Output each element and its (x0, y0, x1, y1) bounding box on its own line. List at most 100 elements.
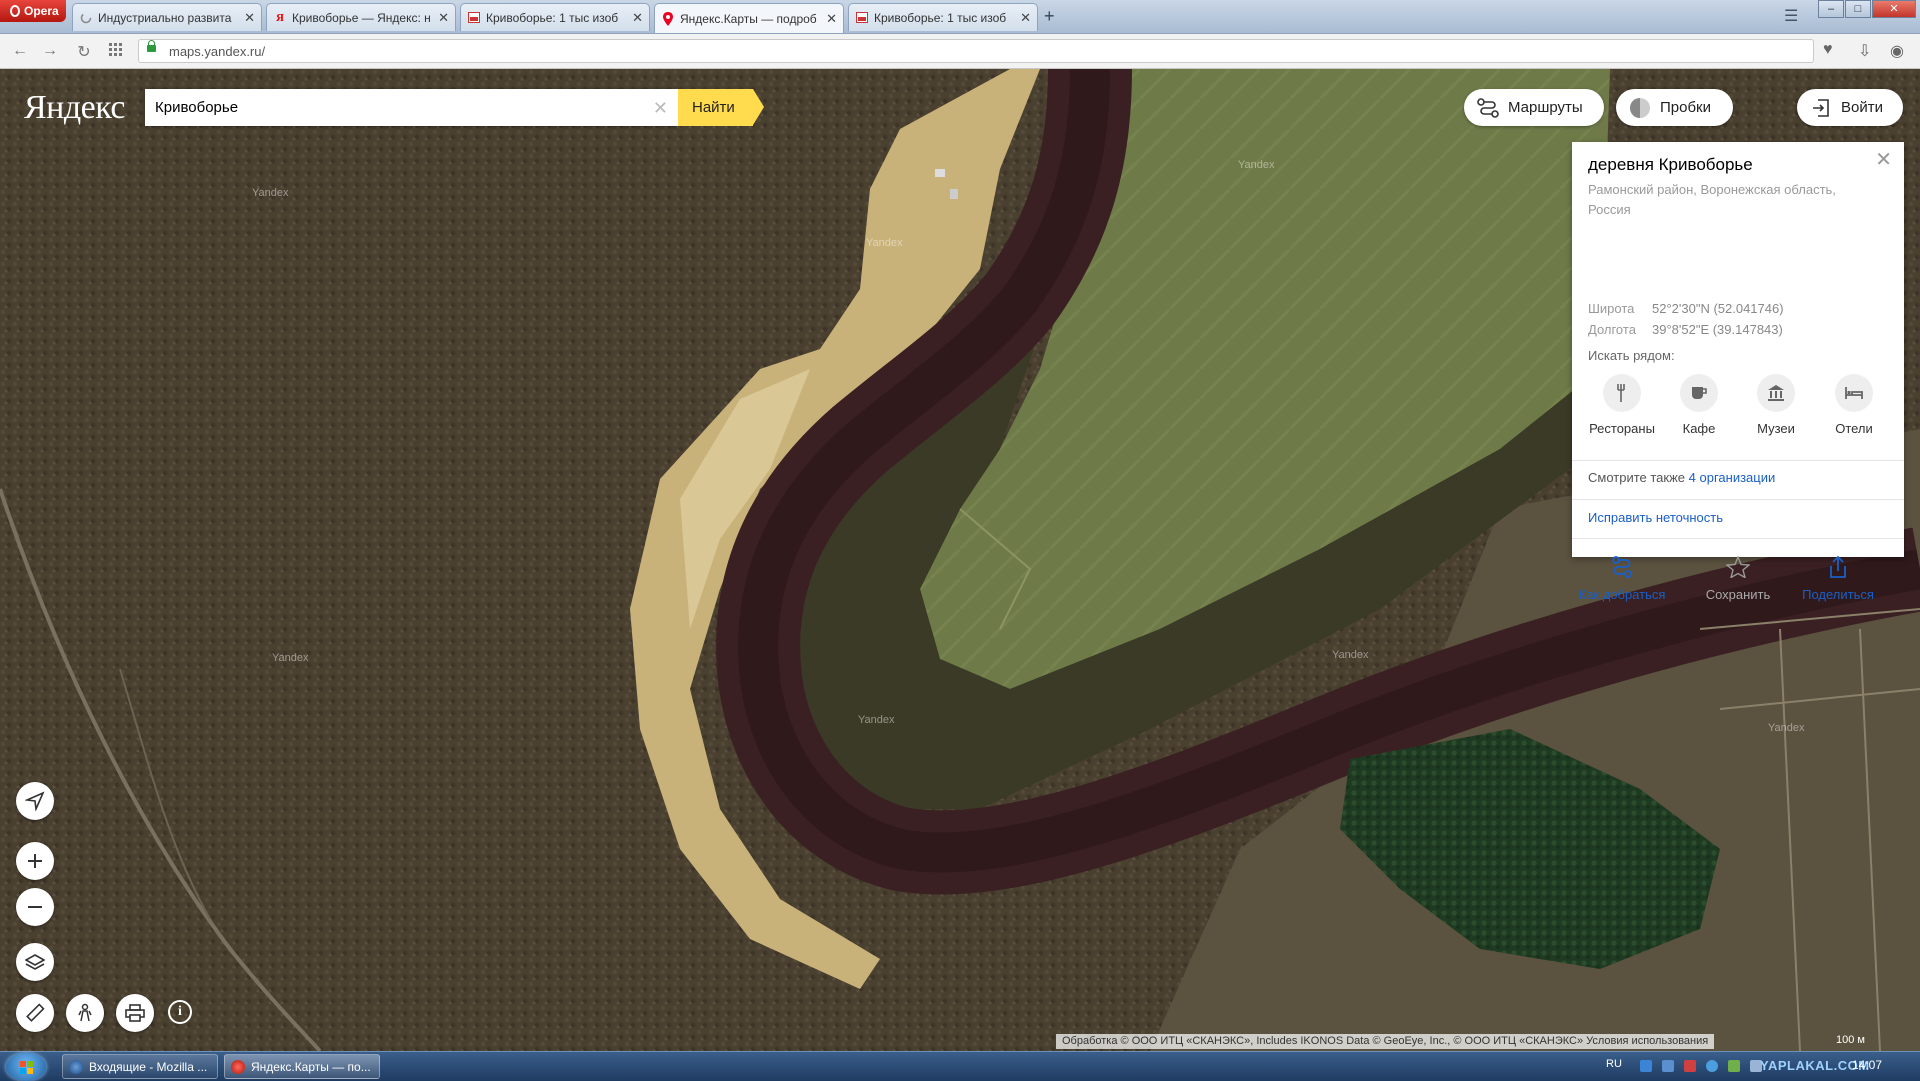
tray-security-icon[interactable] (1684, 1060, 1696, 1072)
nearby-hotels[interactable]: Отели (1815, 374, 1893, 436)
panorama-button[interactable] (66, 994, 104, 1032)
url-text: maps.yandex.ru/ (169, 44, 266, 59)
tray-app-icon[interactable] (1728, 1060, 1740, 1072)
bed-icon (1835, 374, 1873, 412)
browser-tab[interactable]: Я Кривоборье — Яндекс: н ✕ (266, 3, 456, 31)
tab-close-icon[interactable]: ✕ (632, 10, 643, 26)
longitude-value: 39°8'52"E (39.147843) (1652, 322, 1783, 337)
opera-logo-icon (10, 5, 20, 17)
tab-close-icon[interactable]: ✕ (1020, 10, 1031, 26)
tray-network-icon[interactable] (1640, 1060, 1652, 1072)
place-address: Рамонский район, Воронежская область, Ро… (1588, 182, 1836, 217)
map-copyright[interactable]: Обработка © ООО ИТЦ «СКАНЭКС», Includes … (1056, 1034, 1715, 1049)
window-close-button[interactable]: ✕ (1872, 0, 1916, 18)
card-divider (1572, 538, 1904, 539)
maximize-button[interactable]: □ (1845, 0, 1871, 18)
traffic-label: Пробки (1660, 99, 1711, 116)
category-label: Отели (1835, 421, 1873, 436)
info-icon[interactable]: i (168, 1000, 192, 1024)
heart-icon[interactable]: ♥ (1823, 41, 1833, 59)
tab-close-icon[interactable]: ✕ (826, 11, 837, 27)
tray-monitor-icon[interactable] (1662, 1060, 1674, 1072)
save-action[interactable]: Сохранить (1688, 554, 1788, 602)
map-watermark: Yandex (1768, 722, 1805, 734)
start-button[interactable] (6, 1053, 46, 1081)
map-scale: 100 м (1836, 1034, 1865, 1046)
tray-globe-icon[interactable] (1706, 1060, 1718, 1072)
layers-button[interactable] (16, 943, 54, 981)
traffic-icon (1628, 97, 1652, 119)
map-canvas[interactable]: Yandex Yandex Yandex Yandex Yandex Yande… (0, 69, 1920, 1051)
card-divider (1572, 499, 1904, 500)
place-card: ✕ деревня Кривоборье Рамонский район, Во… (1572, 142, 1904, 602)
routes-button[interactable]: Маршруты (1464, 89, 1604, 126)
search-input[interactable] (145, 89, 645, 126)
report-error-link[interactable]: Исправить неточность (1588, 510, 1723, 525)
windows-logo-icon (20, 1061, 33, 1074)
forward-icon[interactable]: → (40, 42, 60, 60)
search-clear-icon[interactable]: ✕ (653, 98, 668, 119)
loading-icon (79, 11, 93, 25)
category-label: Рестораны (1589, 421, 1655, 436)
route-icon (1572, 554, 1672, 580)
opera-label: Opera (24, 4, 59, 18)
organizations-link[interactable]: 4 организации (1689, 470, 1776, 485)
map-watermark: Yandex (866, 237, 903, 249)
url-field[interactable]: maps.yandex.ru/ (138, 39, 1814, 63)
zoom-in-button[interactable] (16, 842, 54, 880)
tab-close-icon[interactable]: ✕ (438, 10, 449, 26)
zoom-out-button[interactable] (16, 888, 54, 926)
reload-icon[interactable]: ↻ (74, 42, 94, 62)
browser-tab-active[interactable]: Яндекс.Карты — подроб ✕ (654, 3, 844, 33)
login-icon (1809, 97, 1833, 119)
printer-icon (125, 1004, 145, 1022)
panorama-man-icon (75, 1003, 95, 1023)
back-icon[interactable]: ← (10, 42, 30, 60)
address-bar: ← → ↻ maps.yandex.ru/ ♥ ⇩ ◉ (0, 34, 1920, 69)
yandex-logo[interactable]: Яндекс (24, 89, 126, 127)
nearby-cafes[interactable]: Кафе (1660, 374, 1738, 436)
download-icon[interactable]: ⇩ (1858, 41, 1871, 61)
browser-tab[interactable]: Кривоборье: 1 тыс изоб ✕ (848, 3, 1038, 31)
speed-dial-icon[interactable] (106, 43, 126, 62)
taskbar-thunderbird[interactable]: Входящие - Mozilla ... (62, 1054, 218, 1079)
taskbar-label: Входящие - Mozilla ... (89, 1059, 208, 1074)
login-button[interactable]: Войти (1797, 89, 1903, 126)
tab-close-icon[interactable]: ✕ (244, 10, 255, 26)
nearby-restaurants[interactable]: Рестораны (1583, 374, 1661, 436)
map-watermark: Yandex (252, 187, 289, 199)
star-icon (1688, 554, 1788, 580)
ruler-button[interactable] (16, 994, 54, 1032)
search-box: ✕ (145, 89, 678, 126)
share-label: Поделиться (1802, 587, 1874, 602)
tab-title: Кривоборье: 1 тыс изоб (486, 10, 619, 25)
print-button[interactable] (116, 994, 154, 1032)
tab-menu-icon[interactable]: ☰ (1784, 6, 1798, 26)
search-button[interactable]: Найти (678, 89, 764, 126)
map-pin-icon (661, 11, 675, 26)
account-icon[interactable]: ◉ (1890, 41, 1904, 61)
share-action[interactable]: Поделиться (1788, 554, 1888, 602)
directions-action[interactable]: Как добраться (1572, 554, 1672, 602)
category-label: Кафе (1682, 421, 1716, 436)
browser-tab[interactable]: Индустриально развита ✕ (72, 3, 262, 31)
see-also-text: Смотрите также (1588, 470, 1686, 485)
latitude-value: 52°2'30"N (52.041746) (1652, 301, 1784, 316)
clock[interactable]: 14:07 (1852, 1058, 1882, 1072)
traffic-button[interactable]: Пробки (1616, 89, 1733, 126)
image-icon (467, 11, 481, 25)
minimize-button[interactable]: – (1818, 0, 1844, 18)
layers-icon (25, 953, 45, 971)
new-tab-button[interactable]: + (1044, 6, 1055, 27)
card-close-icon[interactable]: ✕ (1875, 150, 1892, 170)
share-icon (1788, 554, 1888, 580)
place-title: деревня Кривоборье (1588, 155, 1753, 174)
language-indicator[interactable]: RU (1606, 1058, 1622, 1070)
opera-menu-button[interactable]: Opera (0, 0, 66, 22)
taskbar-opera[interactable]: Яндекс.Карты — по... (224, 1054, 380, 1079)
browser-tab[interactable]: Кривоборье: 1 тыс изоб ✕ (460, 3, 650, 31)
fork-knife-icon (1603, 374, 1641, 412)
nearby-museums[interactable]: Музеи (1737, 374, 1815, 436)
locate-me-button[interactable] (16, 782, 54, 820)
museum-icon (1757, 374, 1795, 412)
